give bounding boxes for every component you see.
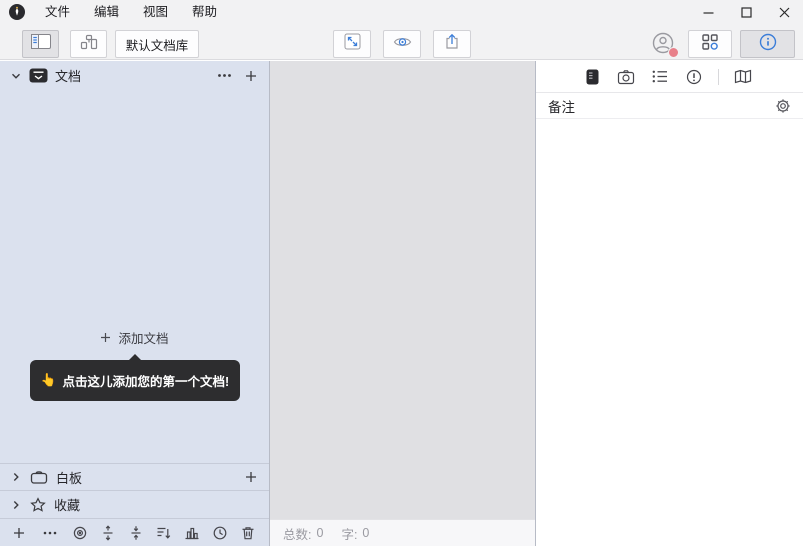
apps-grid-button[interactable] — [688, 30, 732, 58]
focus-mode-button[interactable] — [383, 30, 421, 58]
tab-info[interactable] — [684, 67, 704, 87]
chevron-right-icon[interactable] — [10, 471, 22, 483]
minimize-icon — [703, 11, 713, 14]
fullscreen-icon — [344, 33, 361, 55]
word-count-label: 字: — [341, 527, 358, 542]
inspector-toggle-button[interactable] — [740, 30, 795, 58]
menu-view[interactable]: 视图 — [131, 0, 180, 24]
history-clock-icon[interactable] — [211, 524, 229, 542]
locate-target-icon[interactable] — [71, 524, 89, 542]
sidebar-footer-toolbar — [0, 518, 269, 546]
add-document-link[interactable]: 添加文档 — [0, 328, 269, 347]
favorites-section-label: 收藏 — [54, 498, 81, 513]
eye-icon — [393, 35, 412, 54]
trash-icon[interactable] — [239, 524, 257, 542]
onboarding-tooltip-text: 点击这儿添加您的第一个文档! — [62, 375, 230, 389]
collapse-all-icon[interactable] — [127, 524, 145, 542]
list-icon — [652, 70, 667, 83]
structure-view-button[interactable] — [70, 30, 107, 58]
close-icon — [779, 7, 789, 17]
menu-help[interactable]: 帮助 — [180, 0, 229, 24]
star-icon — [30, 496, 46, 513]
app-logo-icon — [9, 4, 25, 20]
close-button[interactable] — [765, 0, 803, 24]
documents-section-label: 文档 — [55, 69, 82, 84]
tabs-divider — [718, 68, 719, 85]
titlebar: 文件 编辑 视图 帮助 — [0, 0, 803, 24]
menubar: 文件 编辑 视图 帮助 — [33, 0, 229, 24]
structure-icon — [80, 34, 98, 55]
minimize-button[interactable] — [689, 0, 727, 24]
window-controls — [689, 0, 803, 24]
more-icon[interactable] — [217, 73, 232, 78]
chevron-down-icon[interactable] — [10, 70, 22, 82]
statusbar: 总数: 0 字: 0 — [270, 519, 535, 546]
plus-icon — [100, 332, 111, 343]
maximize-button[interactable] — [727, 0, 765, 24]
info-icon — [759, 33, 777, 56]
notes-header: 备注 — [536, 93, 803, 119]
chevron-right-icon[interactable] — [10, 499, 22, 511]
map-icon — [734, 69, 752, 84]
camera-icon — [617, 69, 635, 84]
menu-file[interactable]: 文件 — [33, 0, 82, 24]
footer-add-button[interactable] — [10, 524, 28, 542]
library-button[interactable]: 默认文档库 — [115, 30, 199, 58]
tab-notes[interactable] — [582, 67, 602, 87]
tab-outline[interactable] — [650, 67, 670, 87]
documents-section-header[interactable]: 文档 — [0, 61, 269, 90]
whiteboard-section-header[interactable]: 白板 — [0, 463, 269, 490]
sort-icon[interactable] — [155, 524, 173, 542]
add-document-plus-icon[interactable] — [245, 70, 257, 82]
inspector-panel: 备注 — [535, 61, 803, 546]
toolbar: 默认文档库 — [0, 24, 803, 60]
inspector-tabs — [536, 61, 803, 93]
info-circle-icon — [686, 69, 702, 84]
fullscreen-button[interactable] — [333, 30, 371, 58]
account-button[interactable] — [651, 31, 679, 58]
maximize-icon — [740, 6, 752, 18]
onboarding-tooltip: 👆 点击这儿添加您的第一个文档! — [30, 354, 240, 401]
tab-media[interactable] — [616, 67, 636, 87]
statistics-icon[interactable] — [183, 524, 201, 542]
documents-icon — [29, 68, 48, 83]
sidebar-panel-icon — [30, 34, 51, 54]
footer-more-button[interactable] — [41, 524, 59, 542]
app-window: 文件 编辑 视图 帮助 默认文档库 文档 添加文档 👆 点击这儿添加您的第一个文… — [0, 0, 803, 546]
library-button-label: 默认文档库 — [125, 38, 189, 53]
export-icon — [444, 33, 460, 55]
add-whiteboard-plus-icon[interactable] — [245, 471, 257, 483]
favorites-section-header[interactable]: 收藏 — [0, 490, 269, 518]
total-count-label: 总数: — [283, 527, 312, 542]
editor-pane[interactable]: 总数: 0 字: 0 — [270, 61, 535, 546]
sidebar: 文档 添加文档 👆 点击这儿添加您的第一个文档! 白板 收藏 — [0, 61, 270, 546]
notification-badge — [668, 47, 679, 58]
gear-icon[interactable] — [775, 98, 791, 114]
export-button[interactable] — [433, 30, 471, 58]
whiteboard-section-label: 白板 — [56, 470, 83, 486]
whiteboard-icon — [30, 470, 48, 485]
add-document-label: 添加文档 — [118, 332, 169, 346]
menu-edit[interactable]: 编辑 — [82, 0, 131, 24]
notes-header-label: 备注 — [548, 99, 575, 115]
grid-icon — [701, 33, 719, 56]
notes-icon — [586, 69, 598, 84]
tab-map[interactable] — [733, 67, 753, 87]
total-count-value: 0 — [316, 526, 324, 540]
expand-all-icon[interactable] — [99, 524, 117, 542]
toggle-sidebar-button[interactable] — [22, 30, 59, 58]
pointing-finger-emoji: 👆 — [40, 373, 57, 387]
word-count-value: 0 — [362, 526, 370, 540]
